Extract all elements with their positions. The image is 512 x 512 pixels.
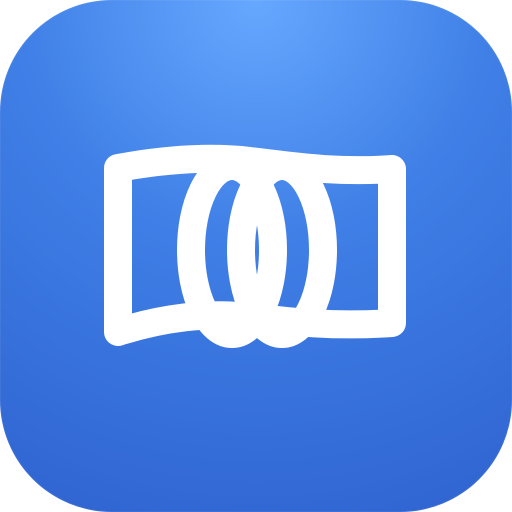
banknote-money-icon [104, 144, 406, 348]
app-icon-tile[interactable] [0, 0, 512, 512]
icon-canvas [0, 0, 512, 512]
